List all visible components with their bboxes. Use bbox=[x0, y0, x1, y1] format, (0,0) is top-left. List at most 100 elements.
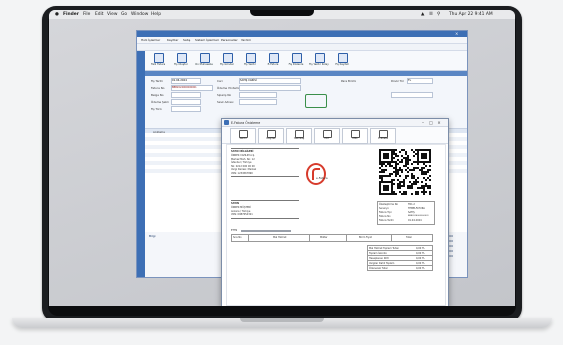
currency-select[interactable]: TL bbox=[407, 78, 433, 84]
qr-module bbox=[393, 191, 395, 193]
payment-field[interactable] bbox=[171, 99, 201, 105]
qr-module bbox=[381, 177, 383, 179]
ribbon-accounting-button[interactable]: Ön Muhasebe bbox=[193, 52, 215, 69]
qr-module bbox=[399, 175, 401, 177]
zoom-button[interactable]: Yakınlaş bbox=[286, 128, 312, 144]
qr-module bbox=[405, 177, 407, 179]
qr-module bbox=[429, 179, 431, 181]
xml-button[interactable]: XML bbox=[342, 128, 368, 144]
doc-no-field[interactable] bbox=[171, 92, 201, 98]
payment-method-field[interactable] bbox=[239, 85, 301, 91]
menu-records[interactable]: Kayıtlar bbox=[167, 38, 178, 42]
menu-window[interactable]: Window bbox=[131, 12, 148, 17]
qr-module bbox=[413, 167, 415, 169]
wifi-icon[interactable]: ▲ bbox=[421, 12, 424, 17]
type-field[interactable] bbox=[171, 106, 201, 112]
qr-module bbox=[393, 193, 395, 195]
qr-module bbox=[399, 191, 401, 193]
menu-quick-actions[interactable]: Hızlı İşlemler bbox=[141, 38, 160, 42]
qr-module bbox=[401, 161, 403, 163]
invoice-no-field[interactable]: BBB2024000000001 bbox=[171, 85, 213, 91]
qr-module bbox=[421, 185, 423, 187]
ship-addr-field[interactable] bbox=[239, 99, 277, 105]
qr-module bbox=[395, 193, 397, 195]
extra-field[interactable] bbox=[391, 92, 433, 98]
meta-value: SATIŞ bbox=[408, 210, 415, 214]
qr-module bbox=[401, 181, 403, 183]
control-center-icon[interactable]: ☰ bbox=[429, 12, 433, 17]
qr-module bbox=[425, 191, 427, 193]
menu-help[interactable]: Help bbox=[151, 12, 161, 17]
print-button[interactable]: Yazdır bbox=[230, 128, 256, 144]
search-icon[interactable]: ⚲ bbox=[437, 12, 440, 17]
divider bbox=[231, 176, 299, 177]
ribbon-send-button[interactable]: Fiş Gönder bbox=[216, 52, 238, 69]
qr-module bbox=[401, 169, 403, 171]
qr-module bbox=[429, 187, 431, 189]
ribbon-print-button[interactable]: Fiş Yazdır bbox=[239, 52, 261, 69]
qr-module bbox=[415, 167, 417, 169]
ribbon-edit-button[interactable]: Fiş Düzenle bbox=[285, 52, 307, 69]
ribbon-einvoice-button[interactable]: E-Fatura bbox=[262, 52, 284, 69]
qr-module bbox=[409, 187, 411, 189]
meta-key: Fatura Tarihi bbox=[379, 218, 394, 222]
qr-module bbox=[423, 191, 425, 193]
qr-module bbox=[395, 163, 397, 165]
menu-go[interactable]: Go bbox=[121, 12, 127, 17]
table-header-cell: Mal Hizmet bbox=[248, 234, 310, 242]
qr-module bbox=[391, 165, 393, 167]
menu-finder[interactable]: Finder bbox=[63, 12, 79, 17]
menu-view[interactable]: View bbox=[107, 12, 117, 17]
qr-module bbox=[403, 191, 405, 193]
qr-module bbox=[395, 149, 397, 151]
pdf-button[interactable]: PDF bbox=[314, 128, 340, 144]
ribbon-save-button[interactable]: Fiş Kaydet bbox=[331, 52, 353, 69]
date-field[interactable]: 01.04.2024 bbox=[171, 78, 201, 84]
ribbon-quick-invoice-button[interactable]: Hızlı Fatura bbox=[147, 52, 169, 69]
qr-module bbox=[407, 163, 409, 165]
qr-module bbox=[423, 189, 425, 191]
qr-module bbox=[415, 181, 417, 183]
qr-module bbox=[407, 167, 409, 169]
send-icon bbox=[223, 53, 233, 63]
qr-module bbox=[399, 151, 401, 153]
qr-module bbox=[399, 187, 401, 189]
menu-edit[interactable]: Edit bbox=[95, 12, 104, 17]
minimize-icon[interactable]: – bbox=[420, 120, 426, 125]
window-close-icon[interactable]: × bbox=[455, 31, 458, 36]
app-icon bbox=[224, 120, 229, 125]
qr-module bbox=[423, 185, 425, 187]
checkmark-icon bbox=[305, 94, 327, 108]
ribbon-easy-print-button[interactable]: Fiş Yazdır Kolay bbox=[308, 52, 330, 69]
menu-file[interactable]: File bbox=[83, 12, 90, 17]
qr-module bbox=[415, 149, 417, 151]
menu-sales[interactable]: Satış bbox=[183, 38, 190, 42]
qr-module bbox=[397, 173, 399, 175]
qr-module bbox=[393, 157, 395, 159]
label-date: Fiş Tarihi bbox=[151, 79, 163, 83]
qr-module bbox=[379, 171, 381, 173]
divider bbox=[231, 200, 299, 201]
qr-module bbox=[407, 171, 409, 173]
qr-module bbox=[393, 149, 395, 151]
einvoice-icon bbox=[269, 53, 279, 63]
menu-help-app[interactable]: Yardım bbox=[241, 38, 251, 42]
close-icon[interactable]: × bbox=[436, 120, 442, 125]
save-button[interactable]: Kaydet bbox=[258, 128, 284, 144]
qr-module bbox=[395, 167, 397, 169]
qr-module bbox=[405, 165, 407, 167]
ribbon-create-button[interactable]: Fiş Oluştur bbox=[170, 52, 192, 69]
qr-module bbox=[407, 155, 409, 157]
qr-module bbox=[403, 185, 405, 187]
invoice-meta-table: Özelleştirme No TR1.2 Senaryo TEMELFATUR… bbox=[377, 201, 435, 225]
email-button[interactable]: E-Posta bbox=[370, 128, 396, 144]
menu-staff[interactable]: Personeller bbox=[221, 38, 238, 42]
cari-field[interactable]: SATIŞ CARİSİ bbox=[239, 78, 301, 84]
order-no-field[interactable] bbox=[239, 92, 277, 98]
menu-system[interactable]: Sistem İşlemleri bbox=[195, 38, 219, 42]
maximize-icon[interactable]: □ bbox=[428, 120, 434, 125]
dialog-titlebar[interactable]: E-Fatura Önizleme – □ × bbox=[222, 119, 448, 127]
qr-module bbox=[411, 175, 413, 177]
apple-icon[interactable]: ● bbox=[55, 12, 59, 17]
qr-module bbox=[415, 183, 417, 185]
